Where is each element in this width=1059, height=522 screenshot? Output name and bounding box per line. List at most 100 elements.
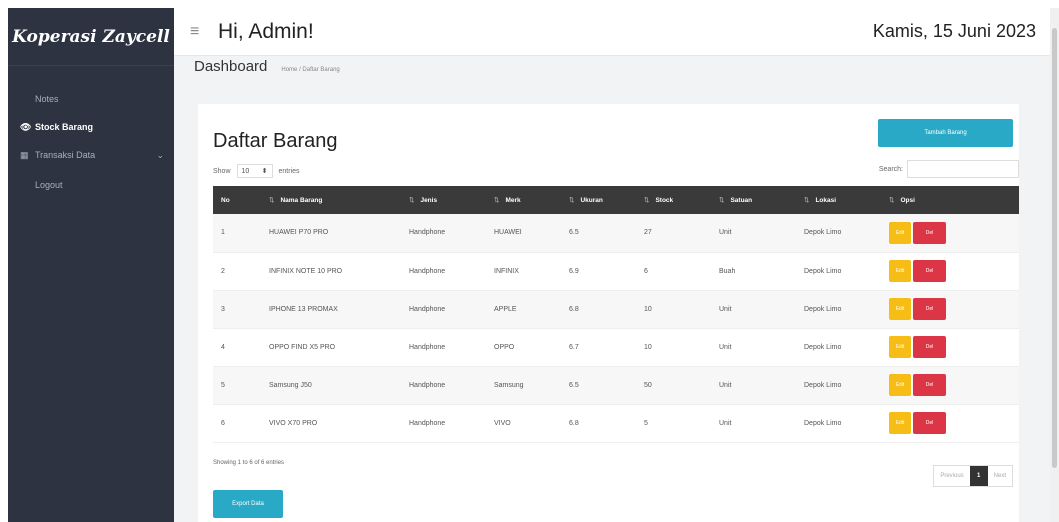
sort-icon: ⇅: [569, 197, 575, 204]
table-row: 1 HUAWEI P70 PRO Handphone HUAWEI 6.5 27…: [213, 214, 1019, 253]
previous-button[interactable]: Previous: [934, 466, 970, 486]
delete-button[interactable]: Del: [913, 298, 946, 320]
cell-stock: 10: [636, 290, 711, 329]
cell-nama-barang: INFINIX NOTE 10 PRO: [261, 252, 401, 291]
cell-nama-barang: HUAWEI P70 PRO: [261, 214, 401, 253]
cell-merk: HUAWEI: [486, 214, 561, 253]
sidebar-item-label: Logout: [35, 180, 63, 190]
delete-button[interactable]: Del: [913, 412, 946, 434]
export-data-button[interactable]: Export Data: [213, 490, 283, 518]
header-opsi[interactable]: ⇅ Opsi: [881, 186, 1019, 214]
breadcrumb: Dashboard Home / Daftar Barang: [174, 56, 1050, 78]
cell-satuan: Unit: [711, 214, 796, 253]
cell-ukuran: 6.7: [561, 328, 636, 367]
edit-button[interactable]: Edit: [889, 336, 911, 358]
sidebar-item-transaksi-data[interactable]: ▦ Transaksi Data ⌄: [8, 144, 174, 166]
page-length-select[interactable]: 10 ⬍: [236, 164, 273, 178]
breadcrumb-path[interactable]: Home / Daftar Barang: [281, 67, 339, 73]
delete-button[interactable]: Del: [913, 260, 946, 282]
cell-stock: 50: [636, 366, 711, 405]
cell-lokasi: Depok Limo: [796, 252, 881, 291]
header-merk[interactable]: ⇅ Merk: [486, 186, 561, 214]
search-input[interactable]: [907, 160, 1019, 178]
delete-button[interactable]: Del: [913, 336, 946, 358]
cell-merk: INFINIX: [486, 252, 561, 291]
scrollbar-thumb[interactable]: [1052, 28, 1057, 468]
cell-opsi: Edit Del: [881, 252, 1019, 291]
sort-icon: ⇅: [804, 197, 810, 204]
greeting: Hi, Admin!: [218, 19, 314, 43]
next-button[interactable]: Next: [987, 466, 1012, 486]
table-info: Showing 1 to 6 of 6 entries: [213, 460, 285, 466]
cell-ukuran: 6.5: [561, 366, 636, 405]
cell-opsi: Edit Del: [881, 404, 1019, 443]
cell-merk: APPLE: [486, 290, 561, 329]
cell-ukuran: 6.8: [561, 290, 636, 329]
cell-nama-barang: OPPO FIND X5 PRO: [261, 328, 401, 367]
edit-button[interactable]: Edit: [889, 298, 911, 320]
edit-button[interactable]: Edit: [889, 374, 911, 396]
cell-nama-barang: Samsung J50: [261, 366, 401, 405]
sidebar-item-logout[interactable]: Logout: [8, 174, 174, 196]
table-row: 2 INFINIX NOTE 10 PRO Handphone INFINIX …: [213, 252, 1019, 291]
cell-no: 2: [213, 252, 261, 291]
hamburger-menu-icon[interactable]: ≡: [190, 23, 210, 41]
cell-satuan: Unit: [711, 404, 796, 443]
cell-jenis: Handphone: [401, 290, 486, 329]
table-row: 6 VIVO X70 PRO Handphone VIVO 6.8 5 Unit…: [213, 404, 1019, 443]
eye-icon: 👁: [20, 121, 32, 132]
cell-ukuran: 6.5: [561, 214, 636, 253]
brand-logo: Koperasi Zaycell: [8, 8, 174, 66]
cell-ukuran: 6.9: [561, 252, 636, 291]
daftar-barang-card: Daftar Barang Tambah Barang Show 10 ⬍ en…: [198, 104, 1019, 522]
edit-button[interactable]: Edit: [889, 260, 911, 282]
edit-button[interactable]: Edit: [889, 412, 911, 434]
cell-lokasi: Depok Limo: [796, 290, 881, 329]
cell-no: 3: [213, 290, 261, 329]
cell-lokasi: Depok Limo: [796, 214, 881, 253]
header-nama-barang[interactable]: ⇅ Nama Barang: [261, 186, 401, 214]
cell-lokasi: Depok Limo: [796, 366, 881, 405]
delete-button[interactable]: Del: [913, 374, 946, 396]
main-content: Dashboard Home / Daftar Barang Daftar Ba…: [174, 56, 1050, 522]
sort-icon: ⇅: [889, 197, 895, 204]
sort-icon: ⇅: [409, 197, 415, 204]
cell-opsi: Edit Del: [881, 366, 1019, 405]
cell-no: 4: [213, 328, 261, 367]
cell-satuan: Unit: [711, 290, 796, 329]
sidebar-item-label: Notes: [35, 94, 59, 104]
entries-label: entries: [278, 167, 300, 175]
edit-button[interactable]: Edit: [889, 221, 911, 244]
cell-merk: VIVO: [486, 404, 561, 443]
sidebar-item-stock-barang[interactable]: 👁 Stock Barang: [8, 116, 174, 138]
header-satuan[interactable]: ⇅ Satuan: [711, 186, 796, 214]
cell-stock: 6: [636, 252, 711, 291]
header-ukuran[interactable]: ⇅ Ukuran: [561, 186, 636, 214]
header-stock[interactable]: ⇅ Stock: [636, 186, 711, 214]
items-table: No ⇅ Nama Barang ⇅ Jenis ⇅ Merk ⇅ Ukuran ⇅ St…: [213, 186, 1019, 443]
delete-button[interactable]: Del: [913, 221, 946, 244]
cell-jenis: Handphone: [401, 252, 486, 291]
sidebar-item-notes[interactable]: Notes: [8, 88, 174, 110]
cell-ukuran: 6.8: [561, 404, 636, 443]
search-control: Search:: [879, 160, 1019, 178]
header-jenis[interactable]: ⇅ Jenis: [401, 186, 486, 214]
page-length-control: Show 10 ⬍ entries: [213, 164, 300, 178]
table-icon: ▦: [20, 149, 29, 160]
sort-icon: ⇅: [644, 197, 650, 204]
table-row: 3 IPHONE 13 PROMAX Handphone APPLE 6.8 1…: [213, 290, 1019, 329]
cell-no: 6: [213, 404, 261, 443]
cell-no: 5: [213, 366, 261, 405]
sidebar: Koperasi Zaycell Notes 👁 Stock Barang ▦ …: [8, 8, 174, 522]
header-no[interactable]: No: [213, 186, 261, 214]
page-1-button[interactable]: 1: [969, 466, 988, 486]
page-length-value: 10: [241, 167, 250, 175]
page-title: Dashboard: [194, 58, 268, 75]
header-lokasi[interactable]: ⇅ Lokasi: [796, 186, 881, 214]
add-item-button[interactable]: Tambah Barang: [878, 119, 1013, 147]
chevron-updown-icon: ⬍: [261, 168, 268, 175]
sort-icon: ⇅: [269, 197, 275, 204]
cell-nama-barang: VIVO X70 PRO: [261, 404, 401, 443]
vertical-scrollbar[interactable]: [1050, 8, 1059, 522]
cell-satuan: Buah: [711, 252, 796, 291]
